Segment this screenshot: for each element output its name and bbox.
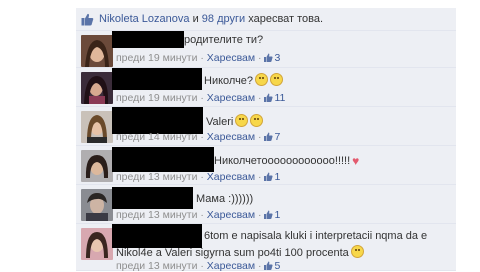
comment-meta: преди 14 минути · Харесвам · 7 [116,131,281,143]
redacted-name [112,31,184,48]
smiley-icon [350,245,364,258]
comment-item: Николче? преди 19 минути · Харесвам · 11 [76,68,456,107]
redacted-name [112,187,193,209]
comment-text: Valeri [206,114,264,128]
comment-text-line1: 6tom e napisala kluki i interpretacii nq… [204,230,428,242]
like-count[interactable]: 7 [274,131,280,143]
like-link[interactable]: Харесвам [207,209,255,221]
like-count[interactable]: 3 [274,52,280,64]
comment-time[interactable]: преди 13 минути [116,171,197,183]
like-count-icon [264,261,274,270]
smiley-icon [270,73,284,86]
like-count[interactable]: 1 [274,209,280,221]
liker-name-link[interactable]: Nikoleta Lozanova [99,13,190,25]
comment-text: родителите ти? [184,34,264,46]
avatar[interactable] [81,189,113,221]
smiley-icon [250,114,264,127]
comment-item: родителите ти? преди 19 минути · Харесва… [76,31,456,68]
comment-item: Николчетоооооооооооо!!!!! ♥ преди 13 мину… [76,146,456,185]
comment-item: Valeri преди 14 минути · Харесвам · 7 [76,107,456,146]
redacted-name [112,147,214,172]
smiley-icon [255,73,269,86]
like-link[interactable]: Харесвам [207,131,255,143]
avatar[interactable] [81,228,113,260]
comment-time[interactable]: преди 13 минути [116,209,197,221]
avatar[interactable] [81,72,113,104]
smiley-icon [235,114,249,127]
like-count-icon [264,172,274,181]
comment-time[interactable]: преди 19 минути [116,52,197,64]
like-count-icon [264,93,274,102]
heart-icon: ♥ [352,154,360,168]
like-count[interactable]: 11 [274,92,285,104]
like-link[interactable]: Харесвам [207,171,255,183]
comment-text: Николчетоооооооооооо!!!!! ♥ [214,154,360,168]
comment-meta: преди 13 минути · Харесвам · 1 [116,209,281,221]
comment-meta: преди 13 минути · Харесвам · 1 [116,171,281,183]
cropped-top-strip [66,0,466,4]
thumbs-up-icon [81,13,94,25]
likes-text: Nikoleta Lozanova и 98 други харесват то… [99,13,324,25]
like-link[interactable]: Харесвам [207,260,255,272]
comment-text: Мама :)))))) [196,193,254,205]
avatar[interactable] [81,150,113,182]
right-margin [456,0,480,270]
comment-text-line2: Nikol4e a Valeri sigyrna sum po4ti 100 p… [116,245,364,259]
comment-time[interactable]: преди 14 минути [116,131,197,143]
redacted-name [112,68,202,90]
comment-time[interactable]: преди 19 минути [116,92,197,104]
likes-summary: Nikoleta Lozanova и 98 други харесват то… [76,8,456,31]
comment-meta: преди 13 минути · Харесвам · 5 [116,260,281,272]
like-link[interactable]: Харесвам [207,92,255,104]
like-link[interactable]: Харесвам [207,52,255,64]
comment-meta: преди 19 минути · Харесвам · 11 [116,92,286,104]
avatar[interactable] [81,35,113,67]
others-link[interactable]: 98 други [202,13,245,25]
comment-text: Николче? [204,73,284,87]
redacted-name [112,107,203,134]
avatar[interactable] [81,111,113,143]
like-count-icon [264,210,274,219]
comment-item: 6tom e napisala kluki i interpretacii nq… [76,224,456,272]
comment-meta: преди 19 минути · Харесвам · 3 [116,52,281,64]
comment-time[interactable]: преди 13 минути [116,260,197,272]
like-count[interactable]: 5 [274,260,280,272]
like-count-icon [264,53,274,62]
like-count[interactable]: 1 [274,171,280,183]
like-count-icon [264,132,274,141]
comment-item: Мама :)))))) преди 13 минути · Харесвам … [76,185,456,224]
